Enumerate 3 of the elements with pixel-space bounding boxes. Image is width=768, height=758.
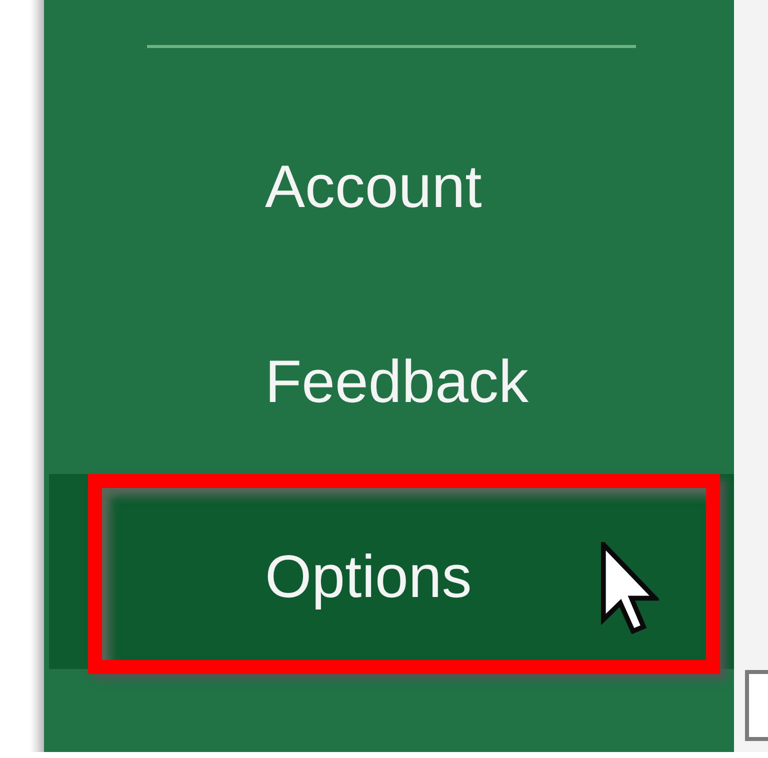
menu-item[interactable]: Account — [49, 84, 734, 279]
menu-item[interactable]: Feedback — [49, 279, 734, 474]
cursor-icon — [601, 542, 659, 634]
